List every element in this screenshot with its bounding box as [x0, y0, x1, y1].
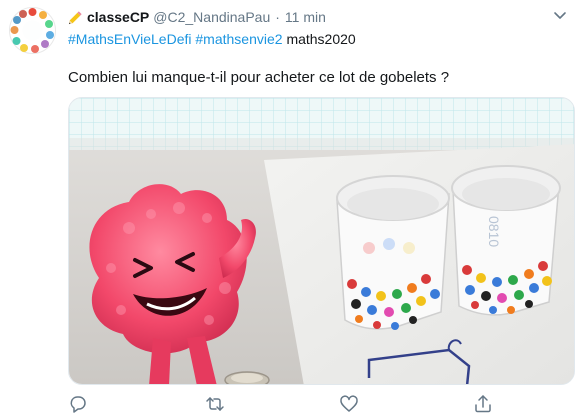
tweet-text: Combien lui manque-t-il pour acheter ce … [68, 69, 450, 86]
timestamp[interactable]: 11 min [285, 9, 326, 25]
svg-text:0810: 0810 [486, 216, 502, 247]
tweet-actions [68, 394, 575, 414]
retweet-icon[interactable] [205, 394, 225, 414]
tweet[interactable]: classeCP @C2_NandinaPau · 11 min #MathsE… [0, 0, 583, 420]
hashtag-line: #MathsEnVieLeDefi #mathsenvie2 maths2020 [68, 31, 356, 47]
hashtag-link[interactable]: #MathsEnVieLeDefi [68, 31, 191, 47]
hashtag-text: maths2020 [286, 31, 356, 47]
separator-dot: · [275, 9, 280, 25]
display-name[interactable]: classeCP [87, 9, 149, 25]
mention-link[interactable]: #mathsenvie2 [195, 31, 282, 47]
user-handle[interactable]: @C2_NandinaPau [153, 9, 270, 25]
tweet-header: classeCP @C2_NandinaPau · 11 min [68, 8, 326, 26]
pencil-icon [68, 9, 84, 25]
share-icon[interactable] [473, 394, 493, 414]
avatar[interactable] [8, 6, 57, 55]
chevron-down-icon[interactable] [551, 6, 569, 24]
reply-icon[interactable] [68, 394, 88, 414]
tweet-photo[interactable]: 0810 [68, 97, 575, 385]
heart-icon[interactable] [339, 394, 359, 414]
